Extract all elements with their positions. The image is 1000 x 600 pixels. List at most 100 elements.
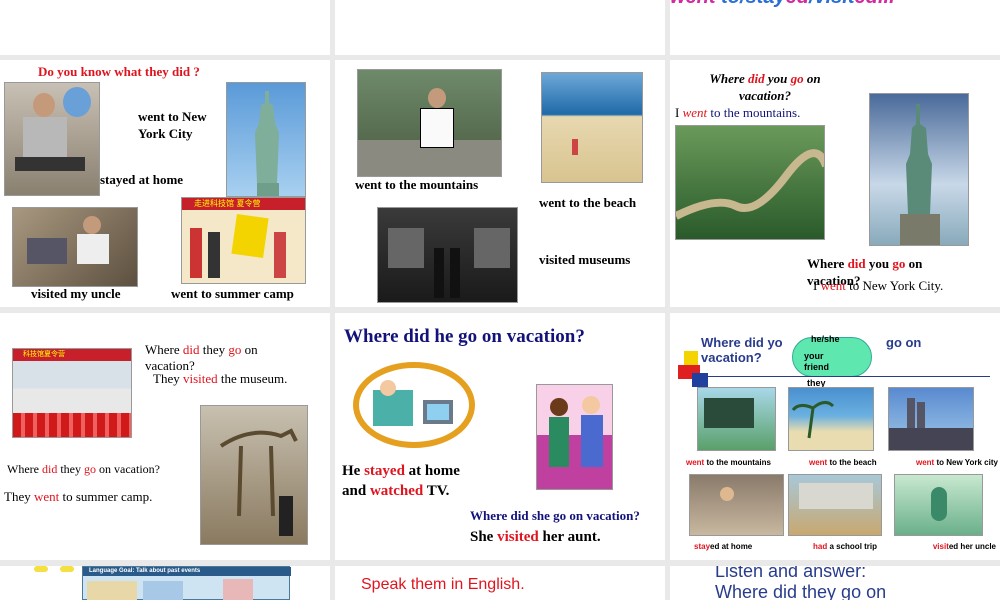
photo-mountains-man — [357, 69, 502, 177]
slide-7[interactable]: 科技馆夏令营 Where did they go on vacation? Th… — [0, 313, 330, 560]
c6-rest: her uncle — [958, 542, 996, 551]
slide-3[interactable]: went to/stayed/visited... — [670, 0, 1000, 55]
photo-mountains-cartoon — [697, 387, 776, 451]
q-did: did — [182, 342, 200, 357]
c6-ed: ed — [948, 542, 959, 551]
title-to: to/ — [716, 0, 745, 8]
slide-6[interactable]: Where did you go on vacation? I went to … — [670, 60, 1000, 307]
textbook-page: Language Goal: Talk about past events — [82, 566, 291, 600]
photo-man-sitting — [4, 82, 100, 196]
title-ed: ed — [786, 0, 809, 8]
photo-statue-of-liberty — [226, 82, 306, 197]
listen-line-1: Listen and answer: — [715, 566, 867, 581]
language-goal: Language Goal: Talk about past events — [83, 567, 291, 576]
bubble-he-she: he/she — [811, 334, 840, 344]
slide-5[interactable]: went to the mountains went to the beach … — [335, 60, 665, 307]
q-where: Where — [709, 71, 749, 86]
a-he: He — [342, 463, 365, 479]
photo-new-york-skyline — [888, 387, 974, 451]
question-1: Where did you go on vacation? — [695, 70, 835, 104]
slide-4[interactable]: Do you know what they did ? went to New … — [0, 60, 330, 307]
answer-2: She visited her aunt. — [470, 529, 601, 546]
label-beach: went to the beach — [539, 195, 637, 210]
q2-rest: on vacation? — [96, 462, 160, 476]
listen-line-2: Where did they go on — [715, 582, 887, 600]
a-and: and — [342, 483, 370, 499]
photo-uncle-visit — [12, 207, 138, 287]
caption-new-york: went to New York city — [916, 458, 998, 467]
a2-rest: to summer camp. — [59, 489, 153, 504]
slide-title: went to/stayed/visited... — [670, 0, 895, 9]
a2-rest: to New York City. — [845, 278, 944, 293]
q-go: go — [790, 71, 804, 86]
divider-line — [700, 376, 990, 377]
q2-did: did — [41, 462, 58, 476]
a2-went: went — [33, 489, 60, 504]
photo-beach — [541, 72, 643, 183]
a-watched: watched — [369, 483, 424, 499]
title-went: went — [670, 0, 716, 8]
answer-2: They went to summer camp. — [4, 489, 152, 505]
a-home: at home — [404, 463, 460, 479]
c2-rest: to the beach — [827, 458, 877, 467]
c2-went: went — [809, 458, 828, 467]
museum-banner: 科技馆夏令营 — [23, 350, 65, 358]
question-1: Where did they go on vacation? — [145, 342, 285, 374]
slide-11[interactable]: Speak them in English. — [335, 566, 665, 600]
label-visited-uncle: visited my uncle — [31, 286, 121, 301]
a2-i: I — [813, 278, 821, 293]
slide-9[interactable]: Where did yo go on vacation? he/she your… — [670, 313, 1000, 560]
answer-1: They visited the museum. — [153, 371, 287, 387]
photo-kid-at-home — [689, 474, 784, 536]
caption-beach: went to the beach — [809, 458, 877, 467]
question-b: go on — [886, 335, 922, 350]
question-2: Where did they go on vacation? — [7, 462, 160, 477]
photo-statue-liberty-2 — [869, 93, 969, 246]
c3-rest: to New York city — [934, 458, 998, 467]
answer-2: I went to New York City. — [813, 278, 943, 294]
c6-visit: visit — [932, 542, 949, 551]
title-stay: stay — [746, 0, 786, 8]
slide-10[interactable]: Language Goal: Talk about past events — [0, 566, 330, 600]
photo-cartoon-walking — [894, 474, 983, 536]
cartoon-two-women — [536, 384, 613, 490]
bubble-your-friend: your friend — [804, 351, 830, 372]
slide-2[interactable] — [335, 0, 665, 55]
a-rest: the museum. — [217, 371, 288, 386]
label-summer-camp: went to summer camp — [171, 286, 294, 301]
a-i: I — [675, 105, 683, 120]
q-go: go — [228, 342, 242, 357]
question-c: vacation? — [701, 350, 762, 365]
q-you: you — [764, 71, 791, 86]
slide-12[interactable]: Listen and answer: Where did they go on — [670, 566, 1000, 600]
a2-went: went — [820, 278, 846, 293]
q2-they: they — [57, 462, 84, 476]
title-visit: /visit — [809, 0, 855, 8]
photo-science-museum: 科技馆夏令营 — [12, 348, 132, 438]
q-did: did — [748, 71, 765, 86]
q2-where: Where — [807, 256, 848, 271]
c3-went: went — [916, 458, 935, 467]
answer-1: I went to the mountains. — [675, 105, 800, 121]
question-text: Do you know what they did ? — [38, 64, 200, 79]
q2-where: Where — [7, 462, 42, 476]
slide-8[interactable]: Where did he go on vacation? He stayed a… — [335, 313, 665, 560]
slide-title: Where did he go on vacation? — [344, 326, 585, 347]
question-a: Where did yo — [701, 335, 783, 350]
caption-mountains: went to the mountains — [686, 458, 796, 468]
caption-visited-uncle: visited her uncle — [694, 542, 996, 552]
q-they: they — [199, 342, 229, 357]
photo-beach-palms — [788, 387, 874, 451]
label-museums: visited museums — [539, 252, 631, 267]
label-stayed-home: stayed at home — [100, 172, 184, 187]
a2-visited: visited — [497, 529, 539, 545]
c1-rest: to the mountains — [704, 458, 771, 467]
question-2: Where did she go on vacation? — [470, 508, 640, 523]
c1-went: went — [686, 458, 705, 467]
label-new-york: went to New York City — [138, 109, 207, 141]
slide-1[interactable] — [0, 0, 330, 55]
a2-rest: her aunt. — [538, 529, 601, 545]
answer-1-line1: He stayed at home — [342, 463, 460, 480]
a-went: went — [682, 105, 708, 120]
q2-go: go — [84, 462, 96, 476]
